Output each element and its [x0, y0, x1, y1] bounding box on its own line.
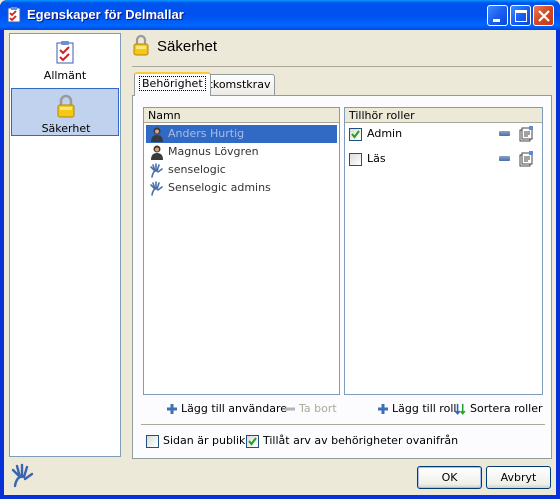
inherit-permissions-label: Tillåt arv av behörigheter ovanifrån: [263, 434, 459, 447]
title-bar[interactable]: Egenskaper för Delmallar: [0, 0, 560, 30]
plus-icon: [167, 404, 177, 414]
header-divider: [132, 66, 552, 67]
inherit-permissions-checkbox[interactable]: [246, 435, 259, 448]
padlock-icon: [57, 94, 75, 118]
list-item[interactable]: senselogic: [146, 161, 337, 179]
remove-role-icon[interactable]: [499, 131, 510, 136]
options-divider: [141, 424, 545, 425]
properties-icon[interactable]: [518, 126, 534, 142]
roles-list-header[interactable]: Tillhör roller: [345, 108, 542, 123]
senselogic-hand-logo-icon: [11, 463, 34, 488]
list-item[interactable]: Anders Hurtig: [146, 125, 337, 143]
padlock-icon: [133, 34, 149, 56]
nav-item-label: Säkerhet: [41, 122, 91, 135]
close-icon: [538, 10, 550, 22]
role-checkbox-admin[interactable]: [349, 128, 362, 141]
maximize-icon: [515, 10, 527, 22]
user-icon: [151, 127, 163, 142]
user-name: Magnus Lövgren: [168, 145, 259, 158]
dialog-window: Egenskaper för Delmallar Allmänt Säkerhe…: [0, 0, 560, 499]
group-name: Senselogic admins: [168, 181, 271, 194]
list-item[interactable]: Senselogic admins: [146, 179, 337, 197]
cancel-button[interactable]: Avbryt: [486, 466, 551, 489]
checklist-icon: [7, 7, 21, 23]
minimize-icon: [493, 19, 500, 22]
roles-list[interactable]: Tillhör roller Admin Läs: [344, 107, 543, 395]
group-hand-icon: [150, 163, 163, 178]
group-hand-icon: [150, 181, 163, 196]
public-page-checkbox[interactable]: [146, 435, 159, 448]
role-row-admin: Admin: [349, 125, 536, 143]
user-name: Anders Hurtig: [168, 127, 245, 140]
remove-role-icon[interactable]: [499, 156, 510, 161]
checklist-icon: [56, 41, 74, 64]
checkmark-icon: [351, 130, 360, 139]
category-nav: Allmänt Säkerhet: [9, 33, 121, 457]
close-button[interactable]: [533, 5, 554, 26]
role-label: Läs: [367, 152, 386, 165]
checkmark-icon: [248, 437, 257, 446]
users-list-header[interactable]: Namn: [144, 108, 339, 123]
add-user-label: Lägg till användare: [181, 402, 288, 415]
nav-item-allmant[interactable]: Allmänt: [11, 36, 119, 84]
properties-icon[interactable]: [518, 151, 534, 167]
page-title: Säkerhet: [157, 38, 218, 55]
group-name: senselogic: [168, 163, 226, 176]
nav-item-label: Allmänt: [43, 69, 87, 82]
ok-button[interactable]: OK: [417, 466, 482, 489]
sort-icon: [455, 403, 466, 415]
tab-panel: Namn Anders Hurtig Magnus Lövgren sensel…: [132, 95, 552, 459]
sort-roles-label: Sortera roller: [470, 402, 543, 415]
nav-item-sakerhet[interactable]: Säkerhet: [11, 88, 119, 136]
minimize-button[interactable]: [487, 5, 508, 26]
minus-icon: [285, 407, 295, 411]
role-row-las: Läs: [349, 150, 536, 168]
add-role-label: Lägg till roll: [392, 402, 457, 415]
tab-label: Behörighet: [139, 76, 206, 91]
public-page-label: Sidan är publik: [163, 434, 246, 447]
window-title: Egenskaper för Delmallar: [27, 7, 184, 22]
tab-behorighet[interactable]: Behörighet: [134, 72, 211, 96]
tab-label: Åtkomstkrav: [201, 78, 271, 91]
role-checkbox-las[interactable]: [349, 153, 362, 166]
role-label: Admin: [367, 127, 403, 140]
remove-label: Ta bort: [299, 402, 337, 415]
plus-icon: [378, 404, 388, 414]
users-list[interactable]: Namn Anders Hurtig Magnus Lövgren sensel…: [143, 107, 340, 395]
list-item[interactable]: Magnus Lövgren: [146, 143, 337, 161]
dialog-client-area: Allmänt Säkerhet Säkerhet Behörighet Åtk…: [4, 30, 556, 495]
maximize-button[interactable]: [510, 5, 531, 26]
user-icon: [151, 145, 163, 160]
